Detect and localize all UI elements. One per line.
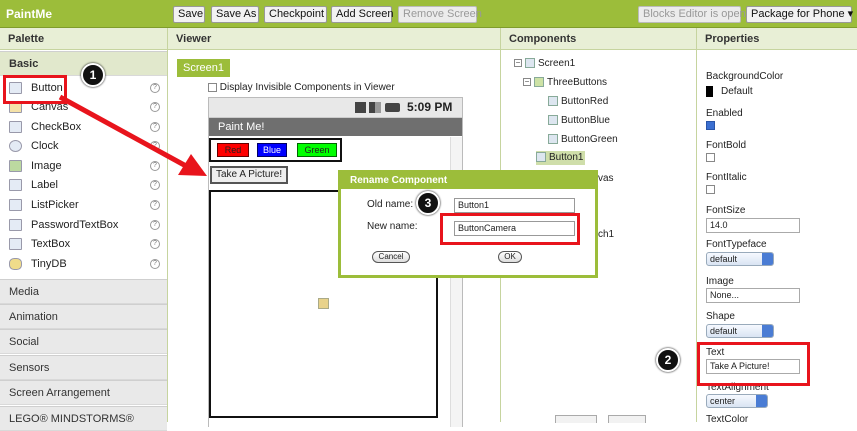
callout-badge: 1	[81, 63, 105, 87]
callout-badge: 2	[656, 348, 680, 372]
callout-badge: 3	[416, 191, 440, 215]
